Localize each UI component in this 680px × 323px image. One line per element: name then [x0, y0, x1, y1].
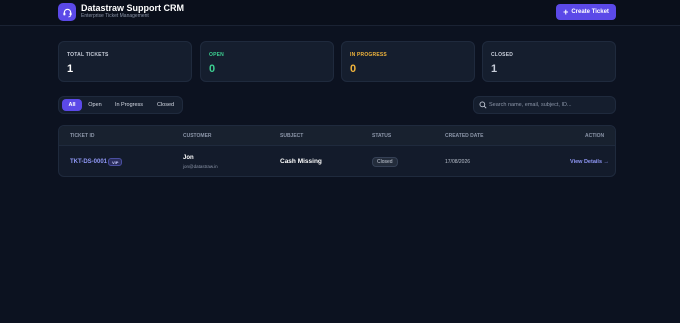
column-header-action: ACTION [585, 133, 605, 139]
app-subtitle: Enterprise Ticket Management [81, 13, 149, 19]
top-bar: Datastraw Support CRM Enterprise Ticket … [0, 0, 680, 26]
ticket-subject: Cash Missing [280, 158, 322, 165]
table-row[interactable]: TKT-DS-0001 VIP Jon jon@datastraw.in Cas… [59, 147, 615, 176]
stat-value-open: 0 [209, 63, 216, 75]
stat-value-total: 1 [67, 63, 74, 75]
tickets-table: TICKET ID CUSTOMER SUBJECT STATUS CREATE… [58, 125, 616, 177]
headset-icon [62, 8, 72, 17]
search-box [473, 96, 616, 114]
filter-tab-in-progress[interactable]: In Progress [108, 99, 150, 111]
stat-label-total: TOTAL TICKETS [67, 52, 109, 58]
status-badge: Closed [372, 157, 398, 167]
app-logo [58, 3, 76, 21]
app-title: Datastraw Support CRM [81, 3, 185, 13]
table-header: TICKET ID CUSTOMER SUBJECT STATUS CREATE… [59, 126, 615, 146]
stat-label-in-progress: IN PROGRESS [350, 52, 387, 58]
column-header-status: STATUS [372, 133, 392, 139]
column-header-created-date: CREATED DATE [445, 133, 484, 139]
column-header-subject: SUBJECT [280, 133, 304, 139]
stat-label-open: OPEN [209, 52, 224, 58]
stat-card-closed: CLOSED 1 [482, 41, 616, 82]
column-header-ticket-id: TICKET ID [70, 133, 95, 139]
plus-icon: + [563, 6, 569, 17]
stat-value-closed: 1 [491, 63, 498, 75]
status-filter-tabs: All Open In Progress Closed [58, 96, 183, 114]
search-icon [479, 101, 487, 109]
stat-value-in-progress: 0 [350, 63, 357, 75]
created-date: 17/08/2026 [445, 159, 471, 165]
stat-card-total: TOTAL TICKETS 1 [58, 41, 192, 82]
column-header-customer: CUSTOMER [183, 133, 212, 139]
create-ticket-label: Create Ticket [571, 9, 609, 15]
stat-card-in-progress: IN PROGRESS 0 [341, 41, 475, 82]
ticket-id[interactable]: TKT-DS-0001 [70, 159, 107, 165]
customer-name: Jon [183, 155, 194, 161]
filter-tab-closed[interactable]: Closed [152, 99, 179, 111]
filter-tab-all[interactable]: All [62, 99, 82, 111]
filter-tab-open[interactable]: Open [84, 99, 106, 111]
customer-email: jon@datastraw.in [183, 164, 218, 169]
create-ticket-button[interactable]: + Create Ticket [556, 4, 616, 20]
stat-card-open: OPEN 0 [200, 41, 334, 82]
stat-label-closed: CLOSED [491, 52, 514, 58]
search-input[interactable] [489, 99, 613, 111]
view-details-link[interactable]: View Details → [570, 159, 609, 165]
vip-badge: VIP [108, 158, 123, 166]
